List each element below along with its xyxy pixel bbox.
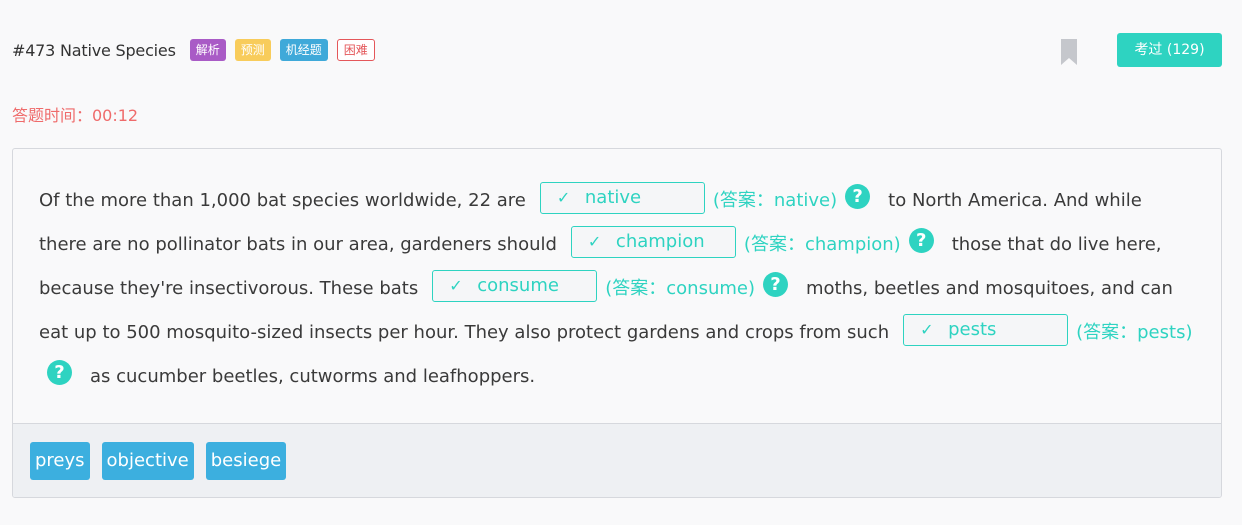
exam-taken-button[interactable]: 考过 (129): [1117, 33, 1222, 67]
answer-reveal: (答案：champion): [743, 234, 901, 255]
answer-timer: 答题时间：00:12: [12, 106, 139, 125]
passage-text: Of the more than 1,000 bat species world…: [13, 149, 1221, 423]
check-icon: ✓: [449, 276, 463, 295]
tag-analysis[interactable]: 解析: [189, 39, 226, 61]
passage-segment: as cucumber beetles, cutworms and leafho…: [90, 366, 536, 387]
question-title: #473 Native Species: [12, 40, 176, 60]
check-icon: ✓: [920, 320, 934, 339]
tag-machine-exam[interactable]: 机经题: [279, 39, 328, 61]
blank-input-3[interactable]: ✓ consume: [432, 270, 598, 302]
passage-segment: Of the more than 1,000 bat species world…: [39, 190, 526, 211]
option-besiege[interactable]: besiege: [205, 442, 287, 480]
option-objective[interactable]: objective: [101, 442, 194, 480]
options-bank: preys objective besiege: [13, 423, 1221, 497]
tag-difficulty: 困难: [336, 39, 375, 61]
answer-reveal: (答案：native): [712, 190, 838, 211]
header-bar: #473 Native Species 解析 预测 机经题 困难 考过 (129…: [12, 33, 1222, 67]
help-icon[interactable]: ?: [845, 183, 871, 209]
help-icon[interactable]: ?: [763, 271, 788, 297]
check-icon: ✓: [587, 232, 602, 251]
check-icon: ✓: [556, 188, 571, 207]
blank-value: native: [584, 187, 642, 208]
help-icon[interactable]: ?: [908, 227, 934, 253]
blank-input-1[interactable]: ✓ native: [539, 182, 705, 214]
blank-input-4[interactable]: ✓ pests: [903, 314, 1069, 346]
blank-value: consume: [477, 275, 559, 296]
option-preys[interactable]: preys: [30, 442, 90, 480]
tag-prediction[interactable]: 预测: [234, 39, 271, 61]
blank-value: pests: [948, 319, 997, 340]
question-card: Of the more than 1,000 bat species world…: [12, 148, 1222, 498]
answer-reveal: (答案：consume): [605, 278, 755, 299]
answer-reveal: (答案：pests): [1076, 322, 1193, 343]
help-icon[interactable]: ?: [47, 359, 72, 385]
blank-input-2[interactable]: ✓ champion: [570, 226, 736, 258]
bookmark-icon[interactable]: [1061, 39, 1077, 65]
blank-value: champion: [615, 231, 705, 252]
